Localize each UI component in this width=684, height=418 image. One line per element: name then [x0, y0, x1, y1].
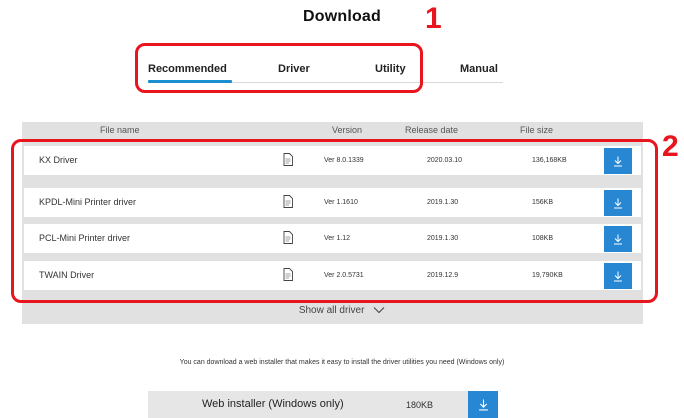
installer-note: You can download a web installer that ma… — [179, 359, 505, 366]
annotation-box-tabs — [135, 43, 423, 93]
column-header-file-size: File size — [520, 125, 554, 135]
chevron-down-icon — [373, 307, 385, 314]
column-header-file-name: File name — [100, 125, 140, 135]
show-all-label: Show all driver — [298, 305, 365, 316]
web-installer-label: Web installer (Windows only) — [202, 398, 344, 410]
column-header-version: Version — [332, 125, 363, 135]
annotation-number-2: 2 — [662, 130, 679, 163]
web-installer-download-button[interactable] — [468, 391, 498, 418]
annotation-number-1: 1 — [425, 2, 442, 35]
page-title: Download — [302, 8, 382, 25]
annotation-box-driver-rows — [11, 139, 658, 303]
tab-manual[interactable]: Manual — [460, 63, 498, 75]
web-installer-size: 180KB — [406, 400, 434, 410]
show-all-driver-link[interactable]: Show all driver — [0, 305, 684, 316]
column-header-release-date: Release date — [405, 125, 459, 135]
download-icon — [478, 399, 488, 410]
